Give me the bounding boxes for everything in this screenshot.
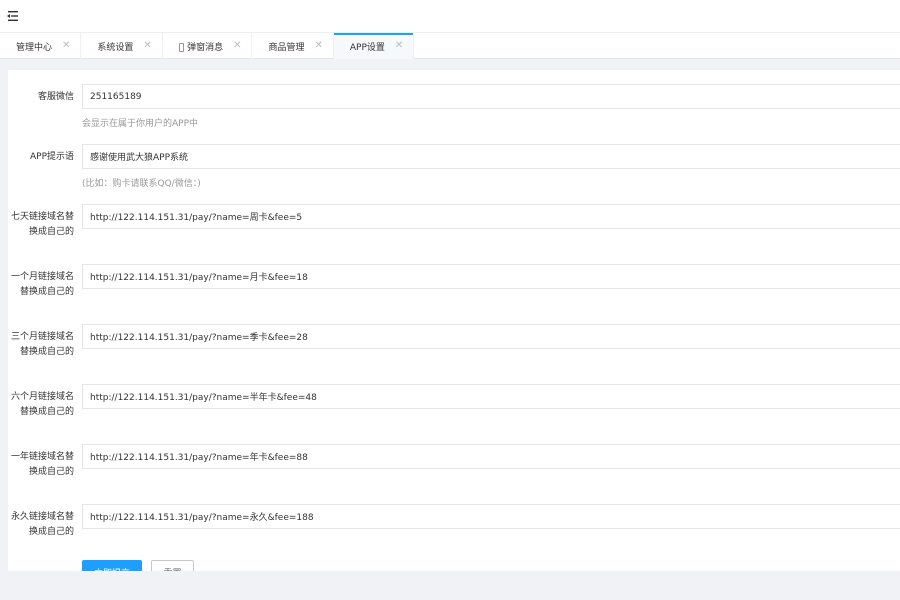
tab-label: 商品管理: [268, 42, 305, 53]
link-input-7days[interactable]: [82, 204, 900, 229]
tab-popup-messages[interactable]: 󰃂 弹窗消息 ✕: [163, 33, 253, 59]
tab-bar: 管理中心 ✕ 系统设置 ✕ 󰃂 弹窗消息 ✕ 商品管理 ✕ APP设置 ✕: [0, 33, 900, 59]
reset-button[interactable]: 重置: [151, 560, 194, 571]
link-label: 六个月链接域名替换成自己的: [10, 392, 74, 417]
close-icon[interactable]: ✕: [62, 41, 70, 51]
link-input-3months[interactable]: [82, 324, 900, 349]
link-label: 七天链接域名替换成自己的: [10, 212, 74, 237]
tab-label: APP设置: [349, 42, 385, 53]
link-label: 一个月链接域名替换成自己的: [10, 272, 74, 297]
tab-label: 󰃂 弹窗消息: [178, 42, 224, 53]
link-input-6months[interactable]: [82, 384, 900, 409]
link-input-1month[interactable]: [82, 264, 900, 289]
link-input-1year[interactable]: [82, 444, 900, 469]
tab-system-settings[interactable]: 系统设置 ✕: [81, 33, 163, 59]
tab-label: 管理中心: [16, 42, 53, 53]
wechat-hint: 会显示在属于你用户的APP中: [82, 119, 199, 129]
tip-hint: (比如：购卡请联系QQ/微信：): [82, 179, 201, 189]
tab-product-management[interactable]: 商品管理 ✕: [252, 33, 334, 59]
tab-app-settings[interactable]: APP设置 ✕: [333, 33, 415, 59]
link-label: 三个月链接域名替换成自己的: [10, 332, 74, 357]
wechat-label: 客服微信: [37, 92, 74, 102]
tip-input[interactable]: [82, 144, 900, 169]
wechat-input[interactable]: [82, 84, 900, 109]
link-label: 一年链接域名替换成自己的: [10, 452, 74, 477]
link-input-permanent[interactable]: [82, 504, 900, 529]
tab-label: 系统设置: [97, 42, 134, 53]
close-icon[interactable]: ✕: [143, 41, 151, 51]
menu-fold-icon[interactable]: [6, 9, 20, 23]
close-icon[interactable]: ✕: [233, 41, 241, 51]
link-label: 永久链接域名替换成自己的: [10, 512, 74, 537]
tab-admin-center[interactable]: 管理中心 ✕: [0, 33, 82, 59]
close-icon[interactable]: ✕: [314, 41, 322, 51]
tip-label: APP提示语: [29, 152, 74, 162]
app-settings-form: 客服微信 会显示在属于你用户的APP中 APP提示语 (比如：购卡请联系QQ/微…: [8, 70, 900, 571]
top-header: [0, 0, 900, 33]
close-icon[interactable]: ✕: [395, 41, 403, 51]
submit-button[interactable]: 立即提交: [82, 560, 142, 571]
